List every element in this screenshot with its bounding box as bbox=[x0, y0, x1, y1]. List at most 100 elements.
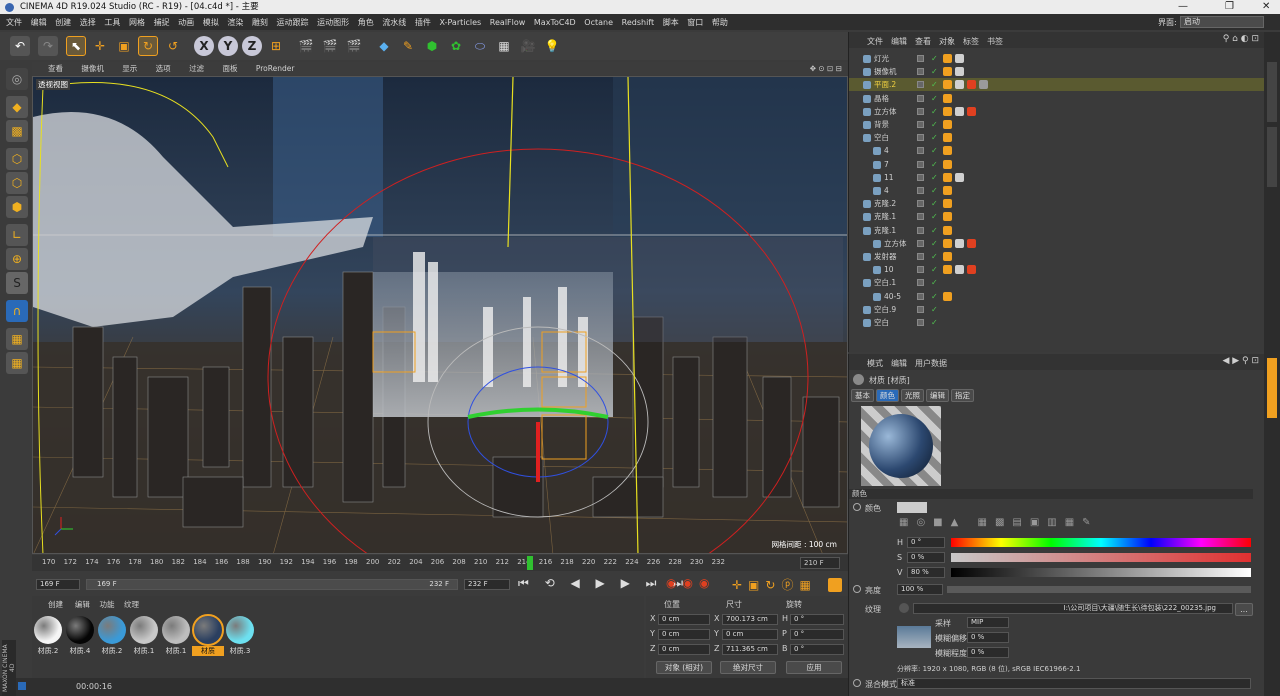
menu-mesh[interactable]: 网格 bbox=[129, 17, 145, 28]
object-tag-icon[interactable] bbox=[943, 172, 952, 182]
object-row[interactable]: 4 ✓ bbox=[849, 184, 1265, 197]
color-picker-mode-icons[interactable]: ▦◎■▲ ▦▩▤▣▥▦✎ bbox=[899, 517, 1099, 528]
am-nav-icons[interactable]: ◀ ▶ ⚲ ⊡ bbox=[1222, 356, 1259, 366]
object-row[interactable]: 灯光 ✓ bbox=[849, 52, 1265, 65]
visibility-toggle-icon[interactable] bbox=[917, 319, 924, 326]
side-tab-2[interactable] bbox=[1267, 127, 1277, 187]
object-row[interactable]: 晶格 ✓ bbox=[849, 92, 1265, 105]
enable-check-icon[interactable]: ✓ bbox=[931, 158, 938, 171]
visibility-toggle-icon[interactable] bbox=[917, 253, 924, 260]
redo-icon[interactable]: ↷ bbox=[38, 36, 58, 56]
object-name[interactable]: 11 bbox=[884, 171, 894, 184]
subdivision-icon[interactable]: ⬢ bbox=[422, 36, 442, 56]
menu-plugins[interactable]: 插件 bbox=[415, 17, 431, 28]
menu-window[interactable]: 窗口 bbox=[687, 17, 703, 28]
visibility-toggle-icon[interactable] bbox=[917, 239, 924, 247]
material-swatch[interactable] bbox=[130, 616, 158, 644]
object-row[interactable]: 立方体 ✓ bbox=[849, 105, 1265, 118]
object-name[interactable]: 发射器 bbox=[874, 250, 897, 263]
vp-menu-prorender[interactable]: ProRender bbox=[256, 64, 295, 73]
enable-check-icon[interactable]: ✓ bbox=[931, 92, 938, 105]
am-menu-edit[interactable]: 编辑 bbox=[891, 358, 907, 369]
menu-file[interactable]: 文件 bbox=[6, 17, 22, 28]
object-tag-icon[interactable] bbox=[943, 54, 952, 63]
object-tag-icon[interactable] bbox=[955, 265, 964, 275]
object-row[interactable]: 10 ✓ bbox=[849, 263, 1265, 276]
object-name[interactable]: 7 bbox=[884, 158, 889, 171]
visibility-toggle-icon[interactable] bbox=[917, 81, 924, 89]
object-tag-icon[interactable] bbox=[955, 172, 964, 182]
scale-icon[interactable]: ▣ bbox=[114, 36, 134, 56]
texture-menu-icon[interactable] bbox=[899, 603, 909, 613]
close-icon[interactable]: ✕ bbox=[1262, 0, 1270, 14]
object-name[interactable]: 空白.1 bbox=[874, 276, 896, 289]
key-mode-icons[interactable]: ✛▣↻ⓟ▦ bbox=[732, 576, 817, 593]
material-swatch[interactable] bbox=[192, 614, 224, 646]
restore-icon[interactable]: ❐ bbox=[1225, 0, 1234, 14]
deformer-icon[interactable]: ⬭ bbox=[470, 36, 490, 56]
coord-size-field[interactable]: 711.365 cm bbox=[722, 644, 778, 655]
end-frame-field[interactable]: 232 F bbox=[464, 579, 510, 590]
visibility-toggle-icon[interactable] bbox=[917, 305, 924, 313]
visibility-toggle-icon[interactable] bbox=[917, 187, 924, 194]
pen-icon[interactable]: ✎ bbox=[398, 36, 418, 56]
side-tab-1[interactable] bbox=[1267, 62, 1277, 122]
object-tag-icon[interactable] bbox=[955, 106, 964, 116]
vp-menu-panel[interactable]: 面板 bbox=[222, 64, 237, 73]
select-arrow-icon[interactable]: ⬉ bbox=[66, 36, 86, 56]
visibility-toggle-icon[interactable] bbox=[917, 121, 924, 128]
menu-octane[interactable]: Octane bbox=[584, 18, 613, 27]
object-row[interactable]: 克隆.1 ✓ bbox=[849, 210, 1265, 223]
object-tag-icon[interactable] bbox=[967, 80, 976, 90]
side-tab-attributes[interactable] bbox=[1267, 358, 1277, 418]
material-swatch[interactable] bbox=[162, 616, 190, 644]
visibility-toggle-icon[interactable] bbox=[917, 160, 924, 168]
object-name[interactable]: 空白 bbox=[874, 316, 889, 329]
blend-radio-icon[interactable] bbox=[853, 679, 861, 687]
object-name[interactable]: 晶格 bbox=[874, 92, 889, 105]
coordinate-system-icon[interactable]: ⊞ bbox=[266, 36, 286, 56]
edges-mode-icon[interactable]: ⬡ bbox=[6, 172, 28, 194]
render-view-icon[interactable]: 🎬 bbox=[296, 36, 316, 56]
menu-maxtoc4d[interactable]: MaxToC4D bbox=[534, 18, 576, 27]
object-tag-icon[interactable] bbox=[943, 291, 952, 301]
brightness-slider[interactable] bbox=[947, 586, 1251, 593]
color-swatch[interactable] bbox=[897, 502, 927, 513]
menu-redshift[interactable]: Redshift bbox=[622, 18, 654, 27]
enable-check-icon[interactable]: ✓ bbox=[931, 184, 938, 197]
y-axis-lock-icon[interactable]: Y bbox=[218, 36, 238, 56]
polygons-mode-icon[interactable]: ⬢ bbox=[6, 196, 28, 218]
om-menu-edit[interactable]: 编辑 bbox=[891, 36, 907, 47]
perspective-viewport[interactable]: 透视视图 网格间距 : 100 cm bbox=[32, 76, 848, 554]
object-tag-icon[interactable] bbox=[943, 186, 952, 195]
tab-basic[interactable]: 基本 bbox=[851, 389, 874, 402]
tab-assign[interactable]: 指定 bbox=[951, 389, 974, 402]
brightness-field[interactable]: 100 % bbox=[897, 584, 943, 595]
texture-browse-button[interactable]: ... bbox=[1235, 603, 1253, 616]
material-swatch[interactable] bbox=[34, 616, 62, 644]
blend-mode-select[interactable]: 标准 bbox=[897, 678, 1251, 689]
vp-menu-display[interactable]: 显示 bbox=[122, 64, 137, 73]
om-nav-icons[interactable]: ⚲ ⌂ ◐ ⊡ bbox=[1223, 34, 1259, 44]
om-menu-view[interactable]: 查看 bbox=[915, 36, 931, 47]
visibility-toggle-icon[interactable] bbox=[917, 200, 924, 208]
object-row[interactable]: 空白 ✓ bbox=[849, 316, 1265, 329]
object-tag-icon[interactable] bbox=[943, 93, 952, 103]
hsv-field[interactable]: 80 % bbox=[907, 567, 945, 578]
object-row[interactable]: 发射器 ✓ bbox=[849, 250, 1265, 263]
object-tag-icon[interactable] bbox=[955, 238, 964, 248]
mat-menu-edit[interactable]: 编辑 bbox=[75, 600, 90, 609]
enable-check-icon[interactable]: ✓ bbox=[931, 224, 938, 237]
enable-check-icon[interactable]: ✓ bbox=[931, 118, 938, 131]
hsv-slider[interactable] bbox=[951, 568, 1251, 577]
object-row[interactable]: 7 ✓ bbox=[849, 158, 1265, 171]
coord-position-field[interactable]: 0 cm bbox=[658, 614, 710, 625]
enable-check-icon[interactable]: ✓ bbox=[931, 144, 938, 157]
undo-icon[interactable]: ↶ bbox=[10, 36, 30, 56]
menu-xparticles[interactable]: X-Particles bbox=[440, 18, 482, 27]
visibility-toggle-icon[interactable] bbox=[917, 68, 924, 76]
enable-check-icon[interactable]: ✓ bbox=[931, 263, 938, 276]
menu-realflow[interactable]: RealFlow bbox=[490, 18, 526, 27]
enable-check-icon[interactable]: ✓ bbox=[931, 131, 938, 144]
coord-position-field[interactable]: 0 cm bbox=[658, 644, 710, 655]
